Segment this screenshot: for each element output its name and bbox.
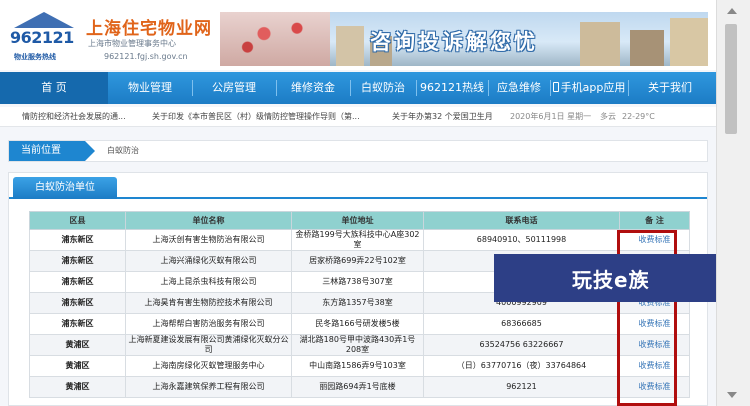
news-ticker: 情防控和经济社会发展的通... 关于印发《本市普民区（村）级情防控管理操作导则（… bbox=[0, 107, 716, 127]
table-row: 浦东新区 上海帮帮白害防治服务有限公司 民冬路166号研发楼5楼 68366685 收费… bbox=[29, 313, 690, 335]
row-address: 三林路738号307室 bbox=[291, 271, 424, 293]
column-header-district: 区县 bbox=[29, 211, 126, 230]
row-district: 浦东新区 bbox=[29, 313, 126, 335]
nav-item-about-us[interactable]: 关于我们 bbox=[628, 72, 712, 104]
breadcrumb-label: 当前位置 bbox=[9, 141, 95, 161]
row-address: 民冬路166号研发楼5楼 bbox=[291, 313, 424, 335]
row-unit-name: 上海兴涌绿化灭蚁有限公司 bbox=[125, 250, 292, 272]
row-district: 浦东新区 bbox=[29, 250, 126, 272]
scrollbar-thumb[interactable] bbox=[725, 24, 737, 134]
row-fee-link[interactable]: 收费标准 bbox=[619, 334, 690, 356]
row-fee-link[interactable]: 收费标准 bbox=[619, 355, 690, 377]
current-date: 2020年6月1日 星期一 bbox=[510, 112, 592, 121]
row-district: 黄浦区 bbox=[29, 334, 126, 356]
site-subtitle: 上海市物业管理事务中心 bbox=[88, 39, 176, 48]
row-district: 黄浦区 bbox=[29, 355, 126, 377]
temperature: 22-29°C bbox=[622, 112, 655, 121]
nav-item-maintenance-fund[interactable]: 维修资金 bbox=[276, 72, 350, 104]
main-nav: 首 页 物业管理 公房管理 维修资金 白蚁防治 962121热线 应急维修 手机… bbox=[0, 72, 716, 104]
table-row: 浦东新区 上海沃创有害生物防治有限公司 金桥路199号大族科技中心A座302室 689… bbox=[29, 229, 690, 251]
page: 962121 物业服务热线 上海住宅物业网 上海市物业管理事务中心 962121… bbox=[0, 0, 716, 406]
ticker-item[interactable]: 关于年办第32 个爱国卫生月 bbox=[392, 107, 493, 126]
row-fee-link[interactable]: 收费标准 bbox=[619, 229, 690, 251]
row-unit-name: 上海永嘉建筑保养工程有限公司 bbox=[125, 376, 292, 398]
table-header-row: 区县 单位名称 单位地址 联系电话 备 注 bbox=[29, 211, 690, 230]
table-row: 黄浦区 上海新夏建设发展有限公司黄浦绿化灭蚁分公司 湖北路180号甲中波路430弄1… bbox=[29, 334, 690, 356]
nav-item-mobile-app[interactable]: 手机app应用 bbox=[550, 72, 628, 104]
breadcrumb: 当前位置 白蚁防治 bbox=[8, 140, 708, 162]
row-phone: 68940910、50111998 bbox=[423, 229, 620, 251]
breadcrumb-current[interactable]: 白蚁防治 bbox=[107, 141, 139, 161]
column-header-phone: 联系电话 bbox=[423, 211, 620, 230]
row-address: 居家桥路699弄22号102室 bbox=[291, 250, 424, 272]
watermark-badge: 玩技e族 bbox=[494, 254, 750, 302]
site-header: 962121 物业服务热线 上海住宅物业网 上海市物业管理事务中心 962121… bbox=[0, 0, 716, 70]
row-district: 浦东新区 bbox=[29, 271, 126, 293]
row-unit-name: 上海新夏建设发展有限公司黄浦绿化灭蚁分公司 bbox=[125, 334, 292, 356]
nav-item-emergency-repair[interactable]: 应急维修 bbox=[488, 72, 550, 104]
banner-building bbox=[580, 22, 620, 66]
row-fee-link[interactable]: 收费标准 bbox=[619, 313, 690, 335]
watermark-text: 玩技e族 bbox=[572, 268, 650, 292]
row-fee-link[interactable]: 收费标准 bbox=[619, 376, 690, 398]
row-unit-name: 上海南房绿化灭蚁管理服务中心 bbox=[125, 355, 292, 377]
nav-item-property-management[interactable]: 物业管理 bbox=[108, 72, 192, 104]
header-banner: 咨询投诉解您忧 bbox=[220, 12, 708, 66]
banner-building bbox=[670, 18, 708, 66]
row-address: 金桥路199号大族科技中心A座302室 bbox=[291, 229, 424, 251]
banner-building bbox=[336, 26, 364, 66]
column-header-note: 备 注 bbox=[619, 211, 690, 230]
row-unit-name: 上海昊肯有害生物防控技术有限公司 bbox=[125, 292, 292, 314]
row-phone: 962121 bbox=[423, 376, 620, 398]
panel-title: 白蚁防治单位 bbox=[13, 177, 117, 199]
scroll-down-icon[interactable] bbox=[727, 392, 737, 398]
row-address: 东方路1357号38室 bbox=[291, 292, 424, 314]
table-row: 黄浦区 上海南房绿化灭蚁管理服务中心 中山南路1586弄9号103室 （日）63770… bbox=[29, 355, 690, 377]
logo-caption: 物业服务热线 bbox=[14, 53, 56, 61]
row-address: 中山南路1586弄9号103室 bbox=[291, 355, 424, 377]
nav-item-home[interactable]: 首 页 bbox=[0, 72, 108, 104]
ticker-item[interactable]: 情防控和经济社会发展的通... bbox=[22, 107, 126, 126]
site-logo[interactable]: 962121 物业服务热线 bbox=[8, 12, 78, 64]
column-header-name: 单位名称 bbox=[125, 211, 292, 230]
phone-icon bbox=[552, 82, 559, 92]
house-roof-icon bbox=[14, 12, 74, 28]
weather: 多云 bbox=[600, 112, 616, 121]
row-phone: 63524756 63226667 bbox=[423, 334, 620, 356]
site-url: 962121.fgj.sh.gov.cn bbox=[104, 52, 188, 61]
row-unit-name: 上海上昆杀虫科技有限公司 bbox=[125, 271, 292, 293]
banner-blossom-image bbox=[220, 12, 330, 66]
column-header-address: 单位地址 bbox=[291, 211, 424, 230]
row-unit-name: 上海沃创有害生物防治有限公司 bbox=[125, 229, 292, 251]
nav-item-public-housing[interactable]: 公房管理 bbox=[192, 72, 276, 104]
scroll-up-icon[interactable] bbox=[727, 8, 737, 14]
row-unit-name: 上海帮帮白害防治服务有限公司 bbox=[125, 313, 292, 335]
banner-slogan: 咨询投诉解您忧 bbox=[370, 30, 538, 54]
vertical-scrollbar[interactable] bbox=[716, 0, 750, 406]
nav-item-termite-control[interactable]: 白蚁防治 bbox=[350, 72, 416, 104]
logo-number: 962121 bbox=[10, 28, 74, 47]
termite-units-table: 区县 单位名称 单位地址 联系电话 备 注 浦东新区 上海沃创有害生物防治有限公司… bbox=[29, 211, 690, 398]
row-district: 浦东新区 bbox=[29, 292, 126, 314]
row-phone: （日）63770716（夜）33764864 bbox=[423, 355, 620, 377]
row-district: 黄浦区 bbox=[29, 376, 126, 398]
nav-item-label: 手机app应用 bbox=[560, 81, 626, 94]
row-address: 湖北路180号甲中波路430弄1号208室 bbox=[291, 334, 424, 356]
row-district: 浦东新区 bbox=[29, 229, 126, 251]
table-row: 黄浦区 上海永嘉建筑保养工程有限公司 丽园路694弄1号底楼 962121 收费标准 bbox=[29, 376, 690, 398]
site-title[interactable]: 上海住宅物业网 bbox=[86, 14, 212, 39]
panel-header: 白蚁防治单位 bbox=[9, 173, 707, 199]
row-address: 丽园路694弄1号底楼 bbox=[291, 376, 424, 398]
nav-item-hotline[interactable]: 962121热线 bbox=[416, 72, 488, 104]
ticker-item[interactable]: 关于印发《本市普民区（村）级情防控管理操作导则（第... bbox=[152, 107, 360, 126]
row-phone: 68366685 bbox=[423, 313, 620, 335]
banner-building bbox=[630, 30, 664, 66]
